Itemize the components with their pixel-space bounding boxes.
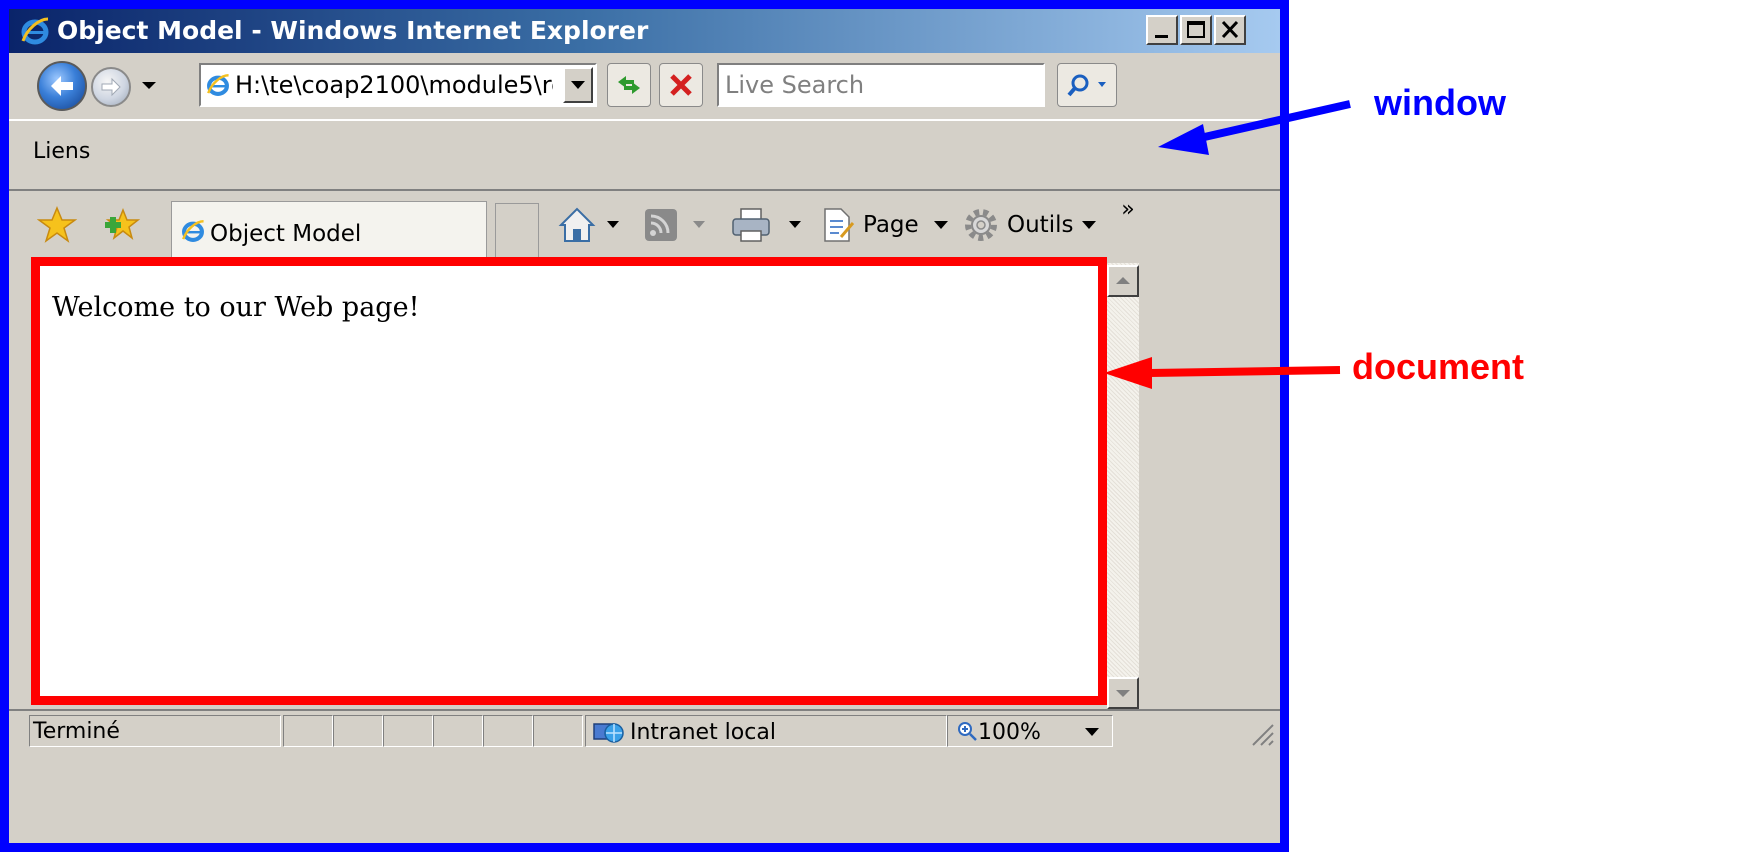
window-pointer-arrow xyxy=(1158,100,1351,155)
document-pointer-arrow xyxy=(1104,357,1341,389)
window-annotation-label: window xyxy=(1374,82,1506,123)
annotation-arrows xyxy=(1104,100,1351,389)
document-annotation-label: document xyxy=(1352,346,1525,387)
